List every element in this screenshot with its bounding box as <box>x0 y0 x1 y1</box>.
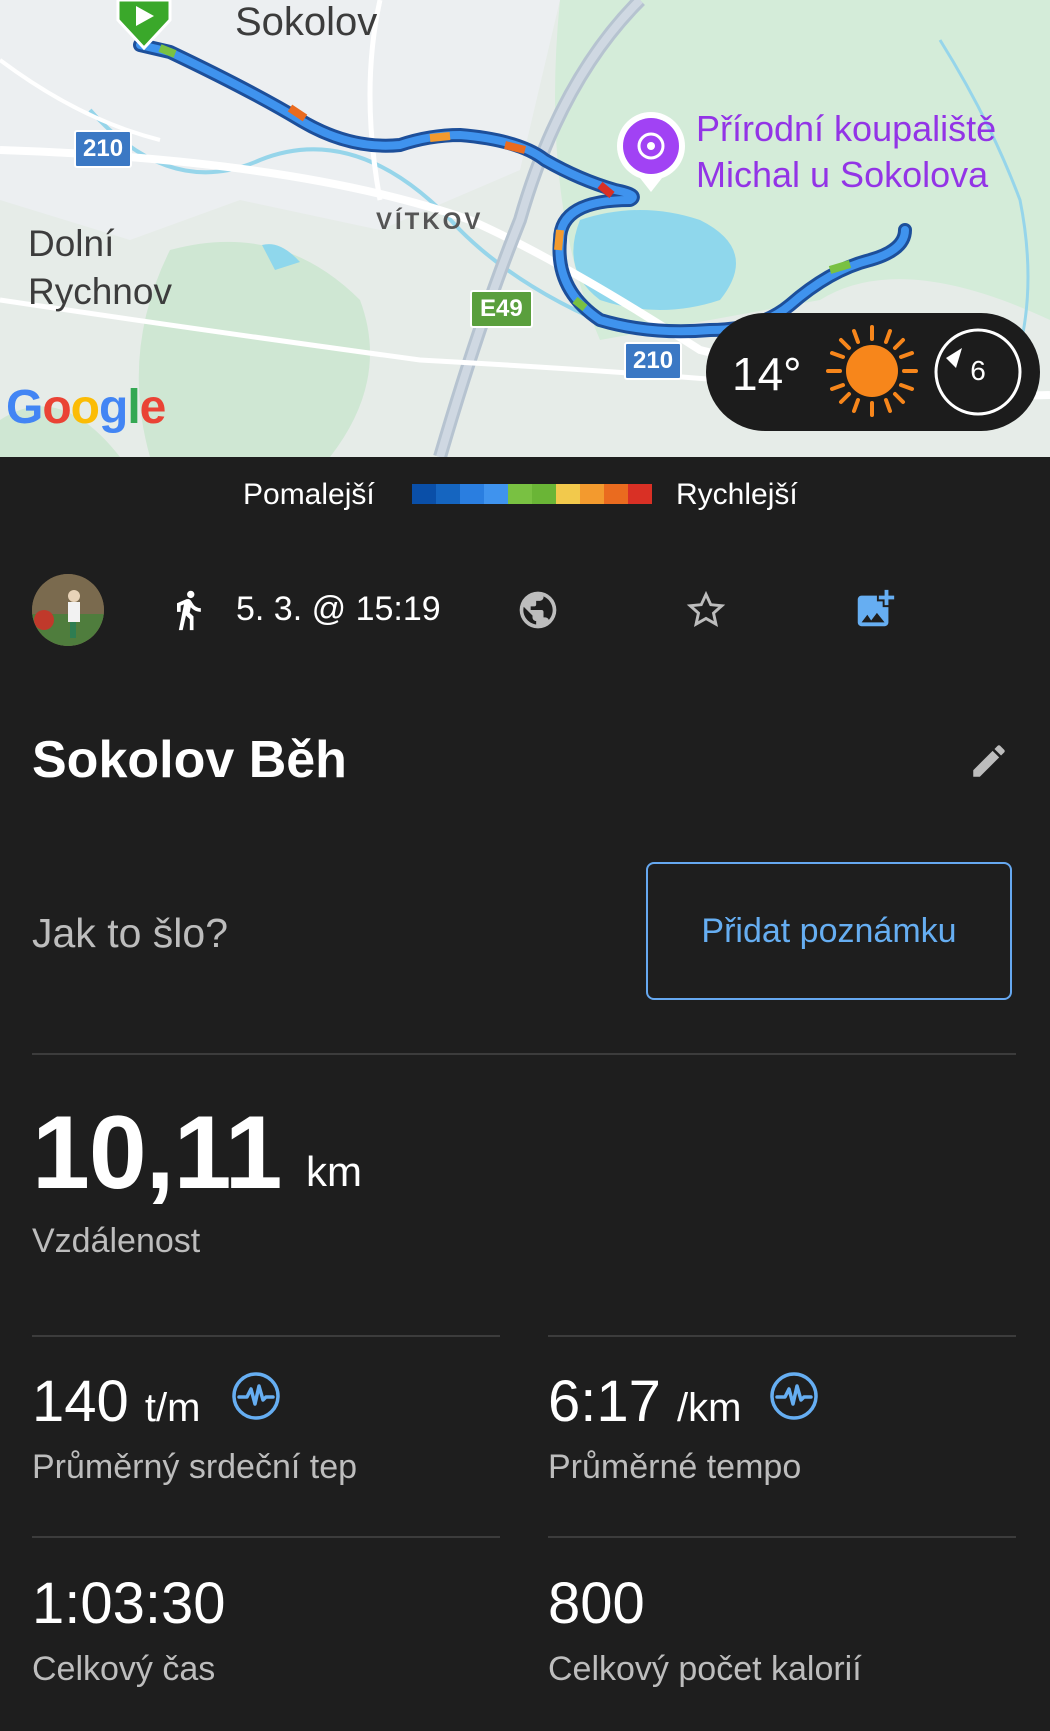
calories-value: 800 <box>548 1571 645 1636</box>
legend-faster-label: Rychlejší <box>676 478 798 511</box>
activity-date: 5. 3. @ 15:19 <box>236 590 441 628</box>
distance-value: 10,11 <box>32 1095 283 1211</box>
road-shield-210: 210 <box>74 130 133 168</box>
legend-color-swatch <box>460 484 484 504</box>
heart-rate-chart-icon[interactable] <box>230 1370 282 1422</box>
map-label-sokolov: Sokolov <box>235 0 378 44</box>
activity-title: Sokolov Běh <box>32 731 347 789</box>
distance-label: Vzdálenost <box>32 1222 201 1260</box>
pace-label: Průměrné tempo <box>548 1448 802 1486</box>
how-did-it-go-prompt: Jak to šlo? <box>32 910 228 956</box>
avatar[interactable] <box>32 574 104 646</box>
pace-value: 6:17 <box>548 1369 661 1434</box>
globe-icon[interactable] <box>516 588 560 632</box>
road-shield-e49: E49 <box>470 290 533 328</box>
edit-icon[interactable] <box>968 740 1010 782</box>
activity-meta-row: 5. 3. @ 15:19 <box>0 570 1050 650</box>
sun-icon <box>826 325 918 417</box>
calories-label: Celkový počet kalorií <box>548 1650 862 1688</box>
google-logo: Google <box>6 381 166 434</box>
legend-gradient-bar <box>412 484 652 504</box>
legend-color-swatch <box>604 484 628 504</box>
heart-rate-unit: t/m <box>144 1386 201 1430</box>
pace-unit: /km <box>677 1386 742 1430</box>
pace-chart-icon[interactable] <box>768 1370 820 1422</box>
divider <box>32 1536 500 1538</box>
divider <box>32 1335 500 1337</box>
legend-color-swatch <box>628 484 652 504</box>
road-shield-210-south: 210 <box>624 342 683 380</box>
running-icon <box>177 590 201 631</box>
weather-temperature: 14° <box>732 348 802 400</box>
add-photo-icon[interactable] <box>852 586 898 632</box>
add-note-button[interactable]: Přidat poznámku <box>646 862 1012 1000</box>
map-label-poi[interactable]: Přírodní koupaliště Michal u Sokolova <box>696 106 1046 198</box>
map-label-dolni-rychnov: Dolní Rychnov <box>28 223 172 312</box>
legend-color-swatch <box>556 484 580 504</box>
pace-stat: 6:17 /km <box>548 1370 741 1440</box>
divider <box>32 1053 1016 1055</box>
legend-color-swatch <box>580 484 604 504</box>
distance-unit: km <box>306 1148 362 1195</box>
route-map[interactable]: Sokolov Dolní Rychnov VÍTKOV Přírodní ko… <box>0 0 1050 457</box>
legend-slower-label: Pomalejší <box>243 478 375 511</box>
divider <box>548 1335 1016 1337</box>
heart-rate-stat: 140 t/m <box>32 1370 200 1440</box>
star-icon[interactable] <box>684 588 728 632</box>
legend-color-swatch <box>412 484 436 504</box>
wind-value: 6 <box>970 355 986 386</box>
heart-rate-label: Průměrný srdeční tep <box>32 1448 358 1486</box>
map-label-vitkov: VÍTKOV <box>376 208 484 235</box>
total-time-value: 1:03:30 <box>32 1571 226 1636</box>
weather-badge[interactable]: 14° 6 <box>706 313 1040 431</box>
legend-color-swatch <box>436 484 460 504</box>
divider <box>548 1536 1016 1538</box>
legend-color-swatch <box>508 484 532 504</box>
pace-legend: Pomalejší Rychlejší <box>0 470 1050 514</box>
legend-color-swatch <box>484 484 508 504</box>
total-time-label: Celkový čas <box>32 1650 216 1688</box>
legend-color-swatch <box>532 484 556 504</box>
heart-rate-value: 140 <box>32 1369 129 1434</box>
